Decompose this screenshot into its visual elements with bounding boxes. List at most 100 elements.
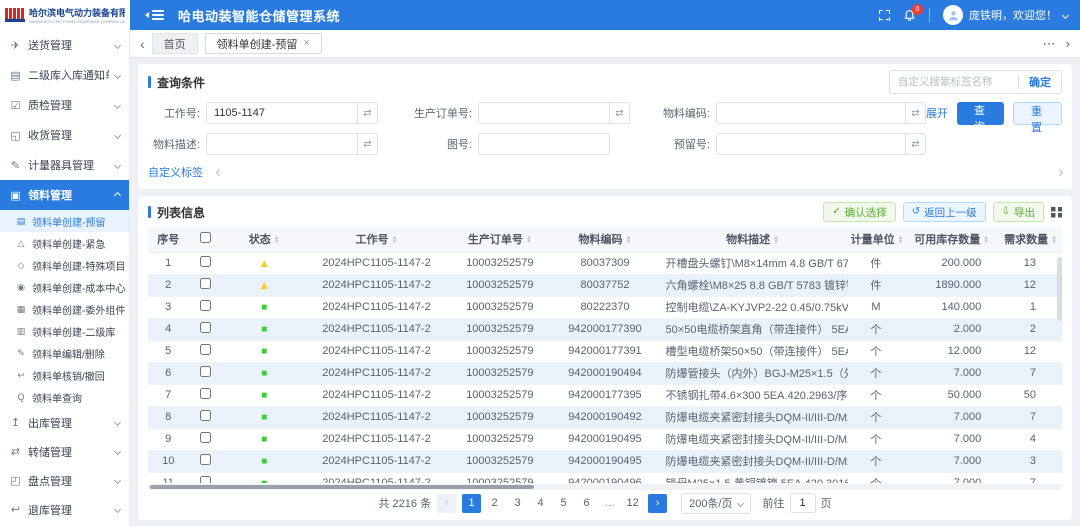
row-checkbox[interactable] xyxy=(200,256,211,267)
confirm-button[interactable]: 确定 xyxy=(1019,74,1061,90)
sort-icon[interactable]: ▲▼ xyxy=(773,236,779,245)
row-checkbox[interactable] xyxy=(200,410,211,421)
table-row[interactable]: 9 ■ 2024HPC1105-1147-2 10003252579 94200… xyxy=(148,428,1062,450)
chevron-left-icon[interactable] xyxy=(216,168,223,175)
sidebar-item-stocktake[interactable]: ◰ 盘点管理 xyxy=(0,466,129,495)
filter-icon[interactable]: ⇄ xyxy=(358,133,378,155)
sidebar-item-return[interactable]: ↩ 退库管理 xyxy=(0,495,129,524)
row-checkbox[interactable] xyxy=(200,344,211,355)
col-demand-qty[interactable]: 需求数量▲▼ xyxy=(999,227,1062,252)
page-button[interactable]: 1 xyxy=(462,494,481,513)
page-button[interactable]: 4 xyxy=(531,494,550,513)
sidebar-item-receiving[interactable]: ◱ 收货管理 xyxy=(0,120,129,150)
export-button[interactable]: ⇩ 导出 xyxy=(993,202,1044,222)
sidebar-subitem-create-l2[interactable]: ▥ 领料单创建-二级库 xyxy=(0,320,129,342)
reset-button[interactable]: 重置 xyxy=(1013,102,1062,125)
sidebar-item-requisition[interactable]: ▣ 领料管理 xyxy=(0,180,129,210)
close-icon[interactable]: × xyxy=(303,38,309,49)
page-button[interactable]: 3 xyxy=(508,494,527,513)
page-button[interactable]: 12 xyxy=(623,494,642,513)
notification-bell-icon[interactable]: 0 xyxy=(903,9,916,22)
sidebar-subitem-create-outsourced[interactable]: ▦ 领料单创建-委外组件 xyxy=(0,298,129,320)
tabs-back-icon[interactable]: ‹ xyxy=(140,37,145,51)
vertical-scrollbar[interactable] xyxy=(1057,257,1062,321)
tag-name-input[interactable] xyxy=(890,71,1018,93)
sidebar-subitem-query[interactable]: Q 领料单查询 xyxy=(0,386,129,408)
sort-icon[interactable]: ▲▼ xyxy=(526,236,532,245)
page-button[interactable]: 6 xyxy=(577,494,596,513)
prev-page-button[interactable]: ‹ xyxy=(437,494,456,513)
menu-collapse-icon[interactable] xyxy=(142,10,164,20)
drawing-no-input[interactable] xyxy=(478,133,610,155)
sidebar-subitem-edit-delete[interactable]: ✎ 领料单编辑/删除 xyxy=(0,342,129,364)
tab-requisition-create-reserve[interactable]: 领料单创建-预留 × xyxy=(205,33,322,54)
page-size-select[interactable]: 200条/页 xyxy=(681,493,750,514)
col-status[interactable]: 状态▲▼ xyxy=(223,227,306,252)
table-row[interactable]: 5 ■ 2024HPC1105-1147-2 10003252579 94200… xyxy=(148,340,1062,362)
table-row[interactable]: 2 ▲ 2024HPC1105-1147-2 10003252579 80037… xyxy=(148,274,1062,296)
table-row[interactable]: 1 ▲ 2024HPC1105-1147-2 10003252579 80037… xyxy=(148,252,1062,274)
table-row[interactable]: 3 ■ 2024HPC1105-1147-2 10003252579 80222… xyxy=(148,296,1062,318)
expand-link[interactable]: 展开 xyxy=(926,105,948,121)
goto-page-input[interactable] xyxy=(790,493,816,513)
row-checkbox[interactable] xyxy=(200,366,211,377)
table-row[interactable]: 8 ■ 2024HPC1105-1147-2 10003252579 94200… xyxy=(148,406,1062,428)
sidebar-subitem-create-cost-center[interactable]: ◉ 领料单创建-成本中心 xyxy=(0,276,129,298)
page-button[interactable]: 2 xyxy=(485,494,504,513)
user-menu[interactable]: 庞铁明，欢迎您！ xyxy=(943,5,1068,25)
tab-home[interactable]: 首页 xyxy=(152,33,198,54)
select-all-checkbox[interactable] xyxy=(200,232,211,243)
reserve-no-input[interactable] xyxy=(716,133,906,155)
col-material-desc[interactable]: 物料描述▲▼ xyxy=(658,227,848,252)
page-button[interactable]: … xyxy=(600,494,619,513)
sidebar-subitem-writeoff-recall[interactable]: ↩ 领料单核销/撤回 xyxy=(0,364,129,386)
table-row[interactable]: 6 ■ 2024HPC1105-1147-2 10003252579 94200… xyxy=(148,362,1062,384)
filter-icon[interactable]: ⇄ xyxy=(358,102,378,124)
filter-icon[interactable]: ⇄ xyxy=(906,133,926,155)
material-desc-input[interactable] xyxy=(206,133,358,155)
sort-icon[interactable]: ▲▼ xyxy=(626,236,632,245)
table-row[interactable]: 11 ■ 2024HPC1105-1147-2 10003252579 9420… xyxy=(148,472,1062,483)
table-row[interactable]: 4 ■ 2024HPC1105-1147-2 10003252579 94200… xyxy=(148,318,1062,340)
col-available-stock[interactable]: 可用库存数量▲▼ xyxy=(904,227,999,252)
back-level-button[interactable]: ↺ 返回上一级 xyxy=(903,202,986,222)
row-checkbox[interactable] xyxy=(200,432,211,443)
next-page-button[interactable]: › xyxy=(648,494,667,513)
filter-icon[interactable]: ⇄ xyxy=(906,102,926,124)
work-no-input[interactable] xyxy=(206,102,358,124)
filter-icon[interactable]: ⇄ xyxy=(610,102,630,124)
tabs-forward-icon[interactable]: › xyxy=(1066,37,1070,50)
fullscreen-icon[interactable] xyxy=(879,10,890,21)
sidebar-item-quality[interactable]: ☑ 质检管理 xyxy=(0,90,129,120)
row-checkbox[interactable] xyxy=(200,388,211,399)
horizontal-scrollbar-thumb[interactable] xyxy=(150,485,534,489)
table-row[interactable]: 10 ■ 2024HPC1105-1147-2 10003252579 9420… xyxy=(148,450,1062,472)
sort-icon[interactable]: ▲▼ xyxy=(983,236,989,245)
table-row[interactable]: 7 ■ 2024HPC1105-1147-2 10003252579 94200… xyxy=(148,384,1062,406)
sidebar-item-outbound[interactable]: ↥ 出库管理 xyxy=(0,408,129,437)
tabs-more-icon[interactable]: ⋯ xyxy=(1043,37,1056,50)
confirm-select-button[interactable]: ✓ 确认选择 xyxy=(823,202,895,222)
sort-icon[interactable]: ▲▼ xyxy=(274,236,280,245)
col-select-all[interactable] xyxy=(188,227,222,252)
sidebar-item-delivery[interactable]: ✈ 送货管理 xyxy=(0,30,129,60)
sidebar-item-metering[interactable]: ✎ 计量器具管理 xyxy=(0,150,129,180)
row-checkbox[interactable] xyxy=(200,300,211,311)
page-button[interactable]: 5 xyxy=(554,494,573,513)
row-checkbox[interactable] xyxy=(200,278,211,289)
col-material-code[interactable]: 物料编码▲▼ xyxy=(552,227,657,252)
sidebar-subitem-create-special[interactable]: ◇ 领料单创建-特殊项目 xyxy=(0,254,129,276)
col-unit[interactable]: 计量单位▲▼ xyxy=(848,227,905,252)
sidebar-subitem-create-reserve[interactable]: ▤ 领料单创建-预留 xyxy=(0,210,129,232)
sort-icon[interactable]: ▲▼ xyxy=(1051,236,1057,245)
column-settings-icon[interactable] xyxy=(1051,207,1062,218)
sort-icon[interactable]: ▲▼ xyxy=(898,236,904,245)
sidebar-subitem-create-urgent[interactable]: △ 领料单创建-紧急 xyxy=(0,232,129,254)
sidebar-item-transfer[interactable]: ⇄ 转储管理 xyxy=(0,437,129,466)
row-checkbox[interactable] xyxy=(200,322,211,333)
row-checkbox[interactable] xyxy=(200,454,211,465)
search-button[interactable]: 查询 xyxy=(957,102,1004,125)
row-checkbox[interactable] xyxy=(200,476,211,483)
chevron-right-icon[interactable] xyxy=(1056,168,1063,175)
sort-icon[interactable]: ▲▼ xyxy=(392,236,398,245)
